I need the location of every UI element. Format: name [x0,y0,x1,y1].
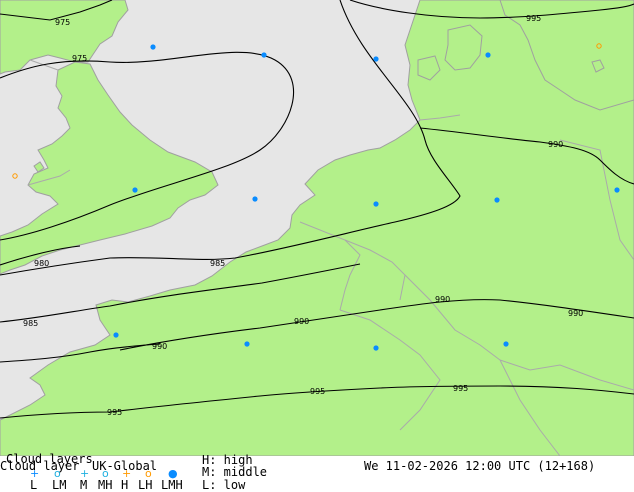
isobar-label: 995 [310,387,325,396]
weather-map[interactable]: 975 975 980 985 985 990 990 990 990 990 … [0,0,634,456]
cloud-marker-low [494,197,500,203]
legend-level-low: L: low [202,478,246,492]
isobar-label: 975 [72,54,87,63]
cloud-marker-low [373,201,379,207]
cloud-marker-low [261,52,267,58]
isobar-label: 975 [55,18,70,27]
legend-code-lh: LH [138,478,153,492]
cloud-marker-low [373,56,379,62]
legend-code-lmh: LMH [161,478,183,492]
legend-code-l: L [30,478,38,492]
isobar-label: 990 [435,295,450,304]
cloud-marker-low [113,332,119,338]
isobar-label: 990 [152,342,167,351]
isobar-label: 980 [34,259,49,268]
legend-title: Cloud layer [0,459,80,473]
cloud-marker-low [614,187,620,193]
cloud-marker-low [244,341,250,347]
cloud-marker-low [150,44,156,50]
legend-panel: Cloud layers Cloud layer UK-Global + o +… [0,453,634,492]
isobar-label: 995 [107,408,122,417]
cloud-marker-low [373,345,379,351]
legend-level-middle: M: middle [202,465,268,479]
cloud-marker-low [503,341,509,347]
isobar-label: 985 [210,259,225,268]
isobar-label: 990 [294,317,309,326]
cloud-marker-low [132,187,138,193]
legend-code-mh: MH [98,478,113,492]
isobar-label: 985 [23,319,38,328]
isobar-label: 995 [526,14,541,23]
valid-time: We 11-02-2026 12:00 UTC (12+168) [364,459,596,473]
legend-code-m: M [80,478,88,492]
isobar-label: 995 [453,384,468,393]
isobar-label: 990 [548,140,563,149]
cloud-marker-low [485,52,491,58]
isobar-label: 990 [568,309,583,318]
cloud-marker-low [252,196,258,202]
legend-code-lm: LM [52,478,67,492]
legend-code-h: H [121,478,129,492]
